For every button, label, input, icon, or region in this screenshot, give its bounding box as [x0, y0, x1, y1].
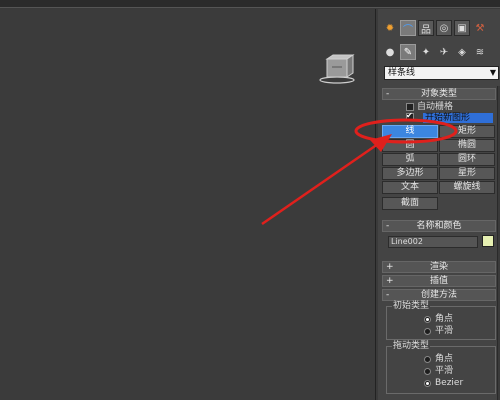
cameras-tab[interactable]: ✈ — [436, 44, 452, 60]
arc-button[interactable]: 弧 — [382, 153, 438, 166]
hierarchy-tab[interactable]: 品 — [418, 20, 434, 36]
chevron-down-icon: ▼ — [489, 68, 496, 77]
create-category-tabs: ● ✎ ✦ ✈ ◈ ≋ — [378, 44, 488, 64]
collapse-sign: - — [386, 89, 390, 99]
command-panel-tabs: ✹ ⌒ 品 ◎ ▣ ⚒ — [378, 20, 488, 40]
object-color-swatch[interactable] — [482, 235, 494, 247]
sun-icon: ✹ — [385, 22, 395, 34]
top-toolbar-strip — [0, 0, 500, 8]
initial-corner-radio[interactable]: 角点 — [424, 314, 453, 324]
modify-tab[interactable]: ⌒ — [400, 20, 416, 36]
utilities-tab[interactable]: ⚒ — [472, 20, 488, 36]
rectangle-button[interactable]: 矩形 — [439, 125, 495, 138]
drag-bezier-radio[interactable]: Bezier — [424, 378, 463, 388]
hierarchy-icon: 品 — [421, 24, 431, 36]
spacewarps-tab[interactable]: ≋ — [472, 44, 488, 60]
radio-dot[interactable] — [424, 367, 431, 375]
object-type-title: 对象类型 — [420, 89, 457, 99]
perspective-viewport[interactable] — [0, 9, 376, 400]
drag-type-title: 拖动类型 — [392, 341, 431, 351]
curve-modify-icon: ⌒ — [403, 24, 413, 36]
radio-dot-selected[interactable] — [424, 315, 431, 323]
cameras-icon: ✈ — [439, 46, 449, 58]
spacewarps-icon: ≋ — [475, 46, 485, 58]
collapse-sign: - — [386, 290, 390, 300]
lights-tab[interactable]: ✦ — [418, 44, 434, 60]
object-type-rollout-header[interactable]: - 对象类型 — [382, 88, 496, 100]
donut-button[interactable]: 圆环 — [439, 153, 495, 166]
text-button[interactable]: 文本 — [382, 181, 438, 194]
geometry-tab[interactable]: ● — [382, 44, 398, 60]
initial-corner-label: 角点 — [435, 314, 454, 324]
initial-type-title: 初始类型 — [392, 301, 431, 311]
drag-corner-radio[interactable]: 角点 — [424, 354, 453, 364]
rendering-rollout-header[interactable]: + 渲染 — [382, 261, 496, 273]
helpers-tab[interactable]: ◈ — [454, 44, 470, 60]
expand-sign: + — [386, 262, 394, 272]
start-new-shape-label: 开始新图形 — [425, 113, 471, 123]
create-tab[interactable]: ✹ — [382, 20, 398, 36]
creation-method-title: 创建方法 — [420, 290, 457, 300]
category-dropdown-value: 样条线 — [388, 68, 416, 78]
collapse-sign: - — [386, 221, 390, 231]
display-tab[interactable]: ▣ — [454, 20, 470, 36]
viewcube-icon[interactable] — [312, 47, 362, 87]
drag-bezier-label: Bezier — [435, 378, 464, 388]
autogrid-checkbox[interactable] — [406, 103, 414, 111]
interpolation-rollout-header[interactable]: + 插值 — [382, 275, 496, 287]
radio-dot[interactable] — [424, 327, 431, 335]
ellipse-button[interactable]: 椭圆 — [439, 139, 495, 152]
initial-smooth-radio[interactable]: 平滑 — [424, 326, 453, 336]
motion-tab[interactable]: ◎ — [436, 20, 452, 36]
shapes-icon: ✎ — [403, 46, 413, 58]
interpolation-title: 插值 — [429, 276, 448, 286]
lights-icon: ✦ — [421, 46, 431, 58]
drag-corner-label: 角点 — [435, 354, 454, 364]
shapes-tab[interactable]: ✎ — [400, 44, 416, 60]
star-button[interactable]: 星形 — [439, 167, 495, 180]
radio-dot-selected[interactable] — [424, 379, 431, 387]
motion-icon: ◎ — [439, 22, 449, 34]
rendering-title: 渲染 — [429, 262, 448, 272]
drag-smooth-radio[interactable]: 平滑 — [424, 366, 453, 376]
helpers-icon: ◈ — [458, 46, 466, 58]
creation-method-rollout-header[interactable]: - 创建方法 — [382, 289, 496, 301]
autogrid-checkbox-row[interactable]: 自动栅格 — [406, 102, 453, 112]
autogrid-label: 自动栅格 — [417, 102, 454, 112]
category-dropdown[interactable]: 样条线 ▼ — [384, 66, 499, 80]
helix-button[interactable]: 螺旋线 — [439, 181, 495, 194]
display-icon: ▣ — [457, 22, 467, 34]
line-button[interactable]: 线 — [382, 125, 438, 138]
start-new-shape-checkbox[interactable] — [406, 111, 414, 121]
name-color-rollout-header[interactable]: - 名称和颜色 — [382, 220, 496, 232]
utilities-icon: ⚒ — [475, 22, 485, 34]
drag-smooth-label: 平滑 — [435, 366, 454, 376]
name-color-title: 名称和颜色 — [416, 221, 462, 231]
start-new-shape-row[interactable] — [406, 111, 414, 121]
initial-smooth-label: 平滑 — [435, 326, 454, 336]
expand-sign: + — [386, 276, 394, 286]
geometry-icon: ● — [385, 46, 395, 58]
section-button[interactable]: 截面 — [382, 197, 438, 210]
ngon-button[interactable]: 多边形 — [382, 167, 438, 180]
radio-dot[interactable] — [424, 355, 431, 363]
circle-button[interactable]: 圆 — [382, 139, 438, 152]
object-name-input[interactable]: Line002 — [388, 236, 478, 248]
start-new-shape-field[interactable]: 开始新图形 — [423, 113, 493, 123]
